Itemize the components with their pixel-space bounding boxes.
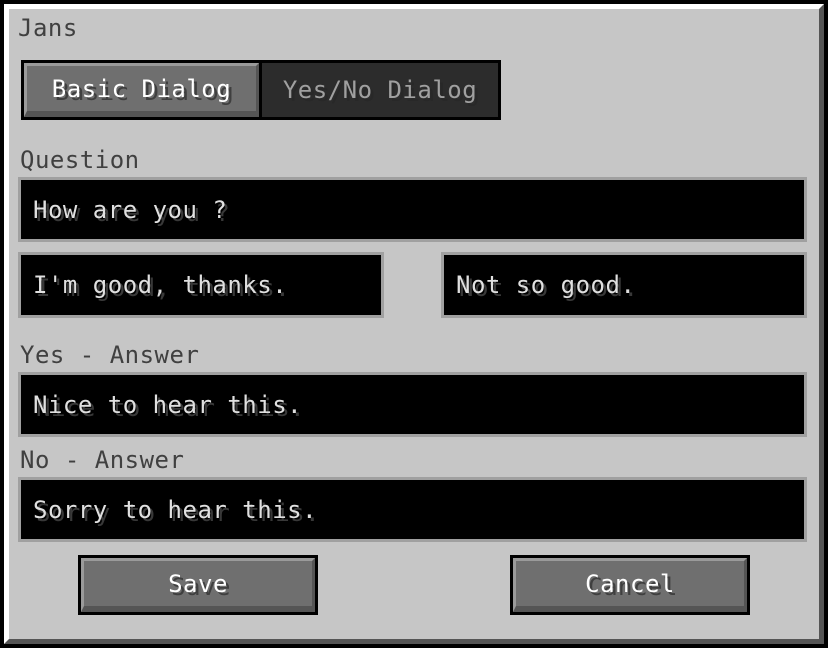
question-label: Question — [20, 146, 140, 174]
cancel-button-label: Cancel — [513, 558, 747, 612]
tab-basic-dialog[interactable]: Basic Dialog — [24, 63, 259, 117]
question-input[interactable]: How are you ? — [18, 177, 807, 242]
cancel-button[interactable]: Cancel — [510, 555, 750, 615]
no-answer-label: No - Answer — [20, 446, 185, 474]
yes-option-input[interactable]: I'm good, thanks. — [18, 252, 384, 318]
save-button-label: Save — [81, 558, 315, 612]
yes-answer-label: Yes - Answer — [20, 341, 200, 369]
tab-yes-no-dialog[interactable]: Yes/No Dialog — [262, 63, 498, 117]
dialog-type-tabs: Basic Dialog Yes/No Dialog — [21, 60, 501, 120]
no-answer-input[interactable]: Sorry to hear this. — [18, 477, 807, 542]
no-option-input[interactable]: Not so good. — [441, 252, 807, 318]
dialog-title: Jans — [18, 14, 78, 42]
save-button[interactable]: Save — [78, 555, 318, 615]
yes-answer-input[interactable]: Nice to hear this. — [18, 372, 807, 437]
